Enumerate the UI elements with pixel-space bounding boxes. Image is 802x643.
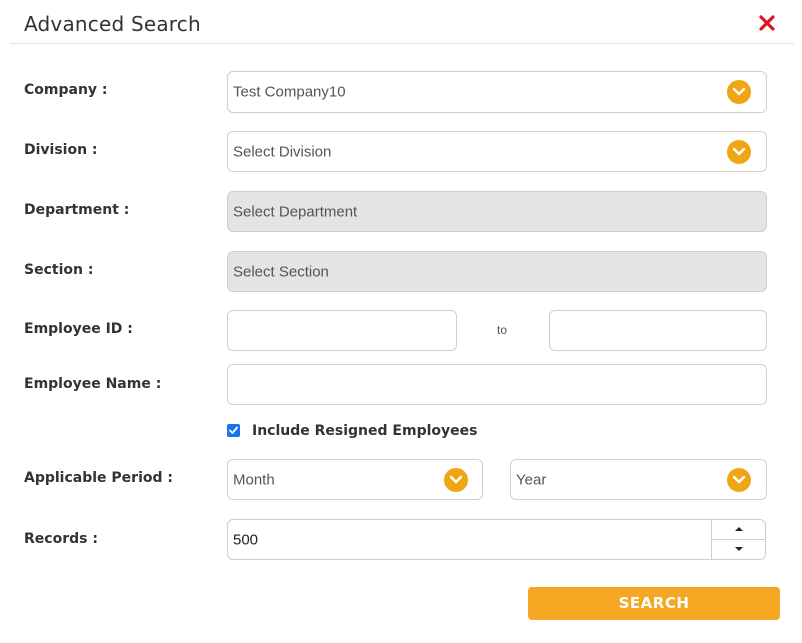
chevron-down-icon[interactable]	[727, 467, 751, 492]
company-select[interactable]: Test Company10	[227, 71, 767, 113]
chevron-down-icon[interactable]	[727, 80, 751, 104]
department-label: Department :	[24, 202, 130, 218]
chevron-down-icon[interactable]	[444, 467, 468, 492]
employee-name-input[interactable]	[227, 364, 767, 405]
year-placeholder: Year	[516, 471, 547, 488]
close-icon[interactable]	[758, 14, 776, 32]
dialog-header: Advanced Search	[10, 0, 794, 44]
chevron-down-icon[interactable]	[727, 139, 751, 164]
applicable-period-label: Applicable Period :	[24, 470, 173, 486]
month-select[interactable]: Month	[227, 459, 483, 500]
records-spinner	[711, 520, 765, 559]
year-select[interactable]: Year	[510, 459, 767, 500]
records-value: 500	[233, 531, 259, 548]
records-number-input[interactable]: 500	[227, 519, 766, 560]
include-resigned-label[interactable]: Include Resigned Employees	[252, 423, 477, 439]
department-select: Select Department	[227, 191, 767, 232]
decrement-arrow-icon[interactable]	[712, 540, 765, 560]
department-placeholder: Select Department	[233, 203, 358, 220]
division-select[interactable]: Select Division	[227, 131, 767, 172]
employee-id-from-input[interactable]	[227, 310, 457, 351]
dialog-title: Advanced Search	[24, 12, 201, 36]
division-placeholder: Select Division	[233, 143, 332, 160]
records-label: Records :	[24, 531, 98, 547]
month-placeholder: Month	[233, 471, 275, 488]
include-resigned-checkbox[interactable]	[227, 424, 240, 437]
section-select: Select Section	[227, 251, 767, 292]
division-label: Division :	[24, 142, 98, 158]
employee-id-to-input[interactable]	[549, 310, 767, 351]
increment-arrow-icon[interactable]	[712, 520, 765, 540]
company-value: Test Company10	[233, 83, 346, 101]
section-placeholder: Select Section	[233, 263, 329, 280]
employee-id-label: Employee ID :	[24, 321, 133, 337]
section-label: Section :	[24, 262, 94, 278]
employee-id-to-separator: to	[497, 323, 508, 337]
employee-name-label: Employee Name :	[24, 376, 162, 392]
search-button[interactable]: SEARCH	[528, 587, 780, 620]
company-label: Company :	[24, 82, 108, 98]
